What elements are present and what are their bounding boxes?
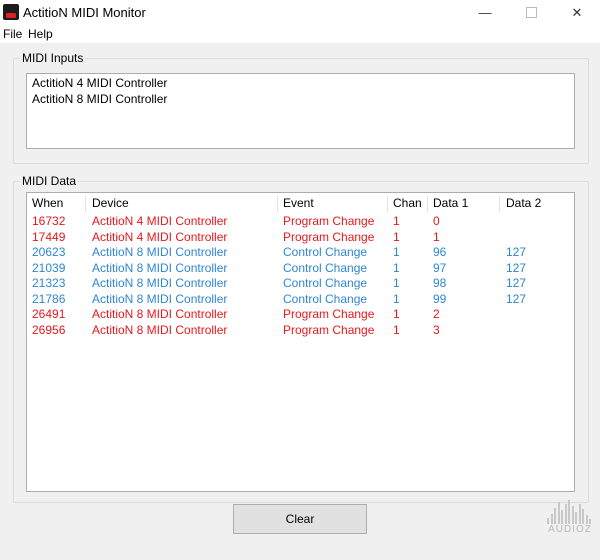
watermark: AUDIOZ (543, 500, 597, 550)
cell-event[interactable]: Control Change (283, 292, 367, 306)
waveform-bar (571, 506, 574, 524)
window-title: ActitioN MIDI Monitor (23, 5, 146, 20)
cell-data2[interactable]: 127 (506, 261, 526, 275)
column-header-data1[interactable]: Data 1 (433, 196, 468, 210)
cell-chan[interactable]: 1 (393, 245, 400, 259)
cell-data1[interactable]: 99 (433, 292, 446, 306)
waveform-bar (550, 514, 553, 524)
cell-event[interactable]: Control Change (283, 245, 367, 259)
watermark-text: AUDIOZ (548, 524, 592, 535)
cell-data1[interactable]: 1 (433, 230, 440, 244)
waveform-bar (585, 515, 588, 524)
cell-when[interactable]: 17449 (32, 230, 65, 244)
column-header-chan[interactable]: Chan (393, 196, 422, 210)
cell-data1[interactable]: 2 (433, 307, 440, 321)
cell-device[interactable]: ActitioN 8 MIDI Controller (92, 276, 227, 290)
cell-when[interactable]: 21786 (32, 292, 65, 306)
cell-device[interactable]: ActitioN 8 MIDI Controller (92, 245, 227, 259)
waveform-bar (582, 509, 584, 524)
cell-chan[interactable]: 1 (393, 323, 400, 337)
waveform-bar (557, 502, 560, 524)
column-header-device[interactable]: Device (92, 196, 129, 210)
column-header-data2[interactable]: Data 2 (506, 196, 541, 210)
title-bar: ActitioN MIDI Monitor — ✕ (0, 0, 600, 25)
waveform-bar (564, 504, 567, 524)
midi-inputs-list[interactable]: ActitioN 4 MIDI Controller ActitioN 8 MI… (26, 73, 575, 149)
cell-chan[interactable]: 1 (393, 276, 400, 290)
column-divider[interactable] (277, 195, 278, 212)
cell-chan[interactable]: 1 (393, 214, 400, 228)
column-header-when[interactable]: When (32, 196, 63, 210)
cell-when[interactable]: 16732 (32, 214, 65, 228)
cell-device[interactable]: ActitioN 4 MIDI Controller (92, 230, 227, 244)
cell-chan[interactable]: 1 (393, 230, 400, 244)
cell-event[interactable]: Program Change (283, 230, 374, 244)
column-divider[interactable] (499, 195, 500, 212)
waveform-bar (554, 508, 556, 524)
midi-data-group: MIDI Data When Device Event Chan Data 1 … (13, 174, 589, 503)
waveform-icon (547, 500, 593, 524)
waveform-bar (561, 510, 563, 524)
cell-data1[interactable]: 3 (433, 323, 440, 337)
cell-device[interactable]: ActitioN 8 MIDI Controller (92, 261, 227, 275)
cell-data1[interactable]: 98 (433, 276, 446, 290)
cell-event[interactable]: Program Change (283, 307, 374, 321)
cell-chan[interactable]: 1 (393, 261, 400, 275)
minimize-button[interactable]: — (462, 0, 508, 25)
cell-device[interactable]: ActitioN 8 MIDI Controller (92, 292, 227, 306)
menu-help[interactable]: Help (28, 27, 53, 41)
cell-data2[interactable]: 127 (506, 276, 526, 290)
menu-bar: File Help (0, 25, 600, 43)
input-item[interactable]: ActitioN 4 MIDI Controller (32, 76, 167, 90)
cell-when[interactable]: 20623 (32, 245, 65, 259)
menu-file[interactable]: File (3, 27, 22, 41)
midi-inputs-group: MIDI Inputs ActitioN 4 MIDI Controller A… (13, 51, 589, 164)
column-divider[interactable] (427, 195, 428, 212)
cell-event[interactable]: Program Change (283, 214, 374, 228)
cell-when[interactable]: 21323 (32, 276, 65, 290)
cell-data1[interactable]: 0 (433, 214, 440, 228)
column-divider[interactable] (387, 195, 388, 212)
cell-device[interactable]: ActitioN 8 MIDI Controller (92, 307, 227, 321)
cell-event[interactable]: Program Change (283, 323, 374, 337)
cell-when[interactable]: 26956 (32, 323, 65, 337)
cell-when[interactable]: 21039 (32, 261, 65, 275)
maximize-button[interactable] (508, 0, 554, 25)
clear-button[interactable]: Clear (233, 504, 367, 534)
cell-when[interactable]: 26491 (32, 307, 65, 321)
waveform-bar (578, 504, 581, 524)
cell-data1[interactable]: 96 (433, 245, 446, 259)
cell-data2[interactable]: 127 (506, 292, 526, 306)
close-button[interactable]: ✕ (554, 0, 600, 25)
cell-chan[interactable]: 1 (393, 307, 400, 321)
column-header-event[interactable]: Event (283, 196, 314, 210)
cell-data1[interactable]: 97 (433, 261, 446, 275)
cell-event[interactable]: Control Change (283, 276, 367, 290)
cell-chan[interactable]: 1 (393, 292, 400, 306)
cell-data2[interactable]: 127 (506, 245, 526, 259)
waveform-bar (568, 500, 570, 524)
midi-data-label: MIDI Data (20, 174, 79, 188)
waveform-bar (575, 512, 577, 524)
midi-data-table[interactable]: When Device Event Chan Data 1 Data 2 167… (26, 192, 575, 492)
maximize-icon (525, 7, 537, 18)
input-item[interactable]: ActitioN 8 MIDI Controller (32, 92, 167, 106)
cell-device[interactable]: ActitioN 4 MIDI Controller (92, 214, 227, 228)
midi-inputs-label: MIDI Inputs (20, 51, 86, 65)
column-divider[interactable] (85, 195, 86, 212)
app-logo-icon (3, 4, 19, 20)
cell-event[interactable]: Control Change (283, 261, 367, 275)
cell-device[interactable]: ActitioN 8 MIDI Controller (92, 323, 227, 337)
